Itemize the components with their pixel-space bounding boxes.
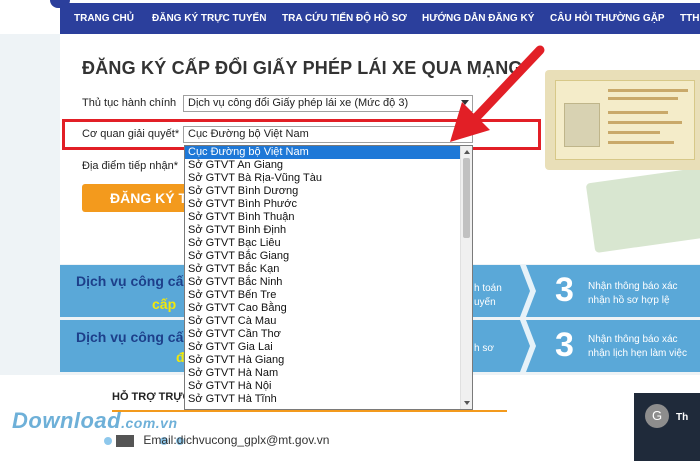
annotation-arrow-icon	[450, 45, 545, 142]
banner-2-step-desc-a: Nhận thông báo xác	[588, 334, 678, 345]
dropdown-option[interactable]: Sở GTVT Bắc Kạn	[185, 263, 460, 276]
licence-card-image	[545, 70, 700, 170]
dropdown-option[interactable]: Sở GTVT Hà Nội	[185, 380, 460, 393]
site-logo[interactable]	[0, 0, 70, 34]
banner-1-step-desc-b: nhận hồ sơ hợp lệ	[588, 295, 670, 306]
procedure-label: Thủ tục hành chính	[82, 97, 177, 109]
dropdown-option[interactable]: Sở GTVT Bà Rịa-Vũng Tàu	[185, 172, 460, 185]
step-chevron-icon	[520, 320, 536, 372]
agency-dropdown-list: Cục Đường bộ Việt Nam Sở GTVT An Giang S…	[184, 145, 473, 410]
main-nav: TRANG CHỦ ĐĂNG KÝ TRỰC TUYẾN TRA CỨU TIẾ…	[60, 3, 700, 34]
dropdown-option[interactable]: Sở GTVT Hà Nam	[185, 367, 460, 380]
nav-item-registration-guide[interactable]: HƯỚNG DẪN ĐĂNG KÝ	[422, 3, 534, 34]
email-label: Email:	[143, 433, 177, 447]
banner-1-subtitle: cấp	[152, 296, 177, 312]
dropdown-option[interactable]: Sở GTVT Bình Thuận	[185, 211, 460, 224]
scroll-up-arrow-icon[interactable]	[464, 150, 470, 154]
top-navigation-bar: TRANG CHỦ ĐĂNG KÝ TRỰC TUYẾN TRA CỨU TIẾ…	[0, 0, 700, 34]
dropdown-option[interactable]: Sở GTVT Gia Lai	[185, 341, 460, 354]
nav-item-more[interactable]: TTH	[680, 3, 699, 34]
banner-2-step-text: h sơ	[474, 343, 494, 354]
banner-1-step-desc-a: Nhận thông báo xác	[588, 281, 678, 292]
banner-1-step-text-b: uyến	[474, 297, 496, 308]
envelope-icon	[116, 434, 134, 447]
dropdown-option[interactable]: Sở GTVT Cần Thơ	[185, 328, 460, 341]
support-email: Email:dichvucong_gplx@mt.gov.vn	[104, 433, 329, 447]
dropdown-scrollbar[interactable]	[460, 146, 472, 409]
dropdown-option[interactable]: Sở GTVT Bình Dương	[185, 185, 460, 198]
location-label: Địa điểm tiếp nhận*	[82, 160, 179, 172]
procedure-select-value: Dịch vụ công đổi Giấy phép lái xe (Mức đ…	[188, 97, 409, 109]
download-watermark: Download.com.vn	[12, 408, 178, 433]
dropdown-option[interactable]: Sở GTVT Bắc Giang	[185, 250, 460, 263]
dropdown-option[interactable]: Sở GTVT Bắc Ninh	[185, 276, 460, 289]
scrollbar-thumb[interactable]	[463, 158, 470, 238]
dropdown-option[interactable]: Sở GTVT Bình Định	[185, 224, 460, 237]
dropdown-option[interactable]: Sở GTVT Cà Mau	[185, 315, 460, 328]
banner-1-step-number: 3	[555, 271, 574, 309]
nav-item-home[interactable]: TRANG CHỦ	[74, 3, 134, 34]
nav-item-online-registration[interactable]: ĐĂNG KÝ TRỰC TUYẾN	[152, 3, 266, 34]
dropdown-option[interactable]: Sở GTVT An Giang	[185, 159, 460, 172]
banner-2-title: Dịch vụ công cấp	[76, 329, 192, 345]
banner-1-step-text-a: h toán	[474, 283, 502, 294]
nav-item-faq[interactable]: CÂU HỎI THƯỜNG GẶP	[550, 3, 665, 34]
dropdown-option[interactable]: Sở GTVT Hà Giang	[185, 354, 460, 367]
dropdown-option[interactable]: Sở GTVT Cao Bằng	[185, 302, 460, 315]
banner-2-step-number: 3	[555, 326, 574, 364]
procedure-select[interactable]: Dịch vụ công đổi Giấy phép lái xe (Mức đ…	[183, 95, 473, 112]
email-address-link[interactable]: dichvucong_gplx@mt.gov.vn	[177, 433, 330, 447]
dropdown-option[interactable]: Sở GTVT Hà Tĩnh	[185, 393, 460, 406]
dropdown-option[interactable]: Sở GTVT Bình Phước	[185, 198, 460, 211]
video-thumbnail[interactable]	[634, 393, 700, 461]
dropdown-option[interactable]: Sở GTVT Bạc Liêu	[185, 237, 460, 250]
scroll-down-arrow-icon[interactable]	[464, 401, 470, 405]
video-thumbnail-label: Th	[676, 412, 689, 423]
nav-item-track-progress[interactable]: TRA CỨU TIẾN ĐỘ HỒ SƠ	[282, 3, 407, 34]
dropdown-option[interactable]: Sở GTVT Bến Tre	[185, 289, 460, 302]
banner-2-step-desc-b: nhận lịch hẹn làm việc	[588, 348, 687, 359]
avatar: G	[645, 404, 669, 428]
dropdown-option[interactable]: Cục Đường bộ Việt Nam	[185, 146, 460, 159]
step-chevron-icon	[520, 265, 536, 317]
banner-1-title: Dịch vụ công cấp	[76, 273, 192, 289]
